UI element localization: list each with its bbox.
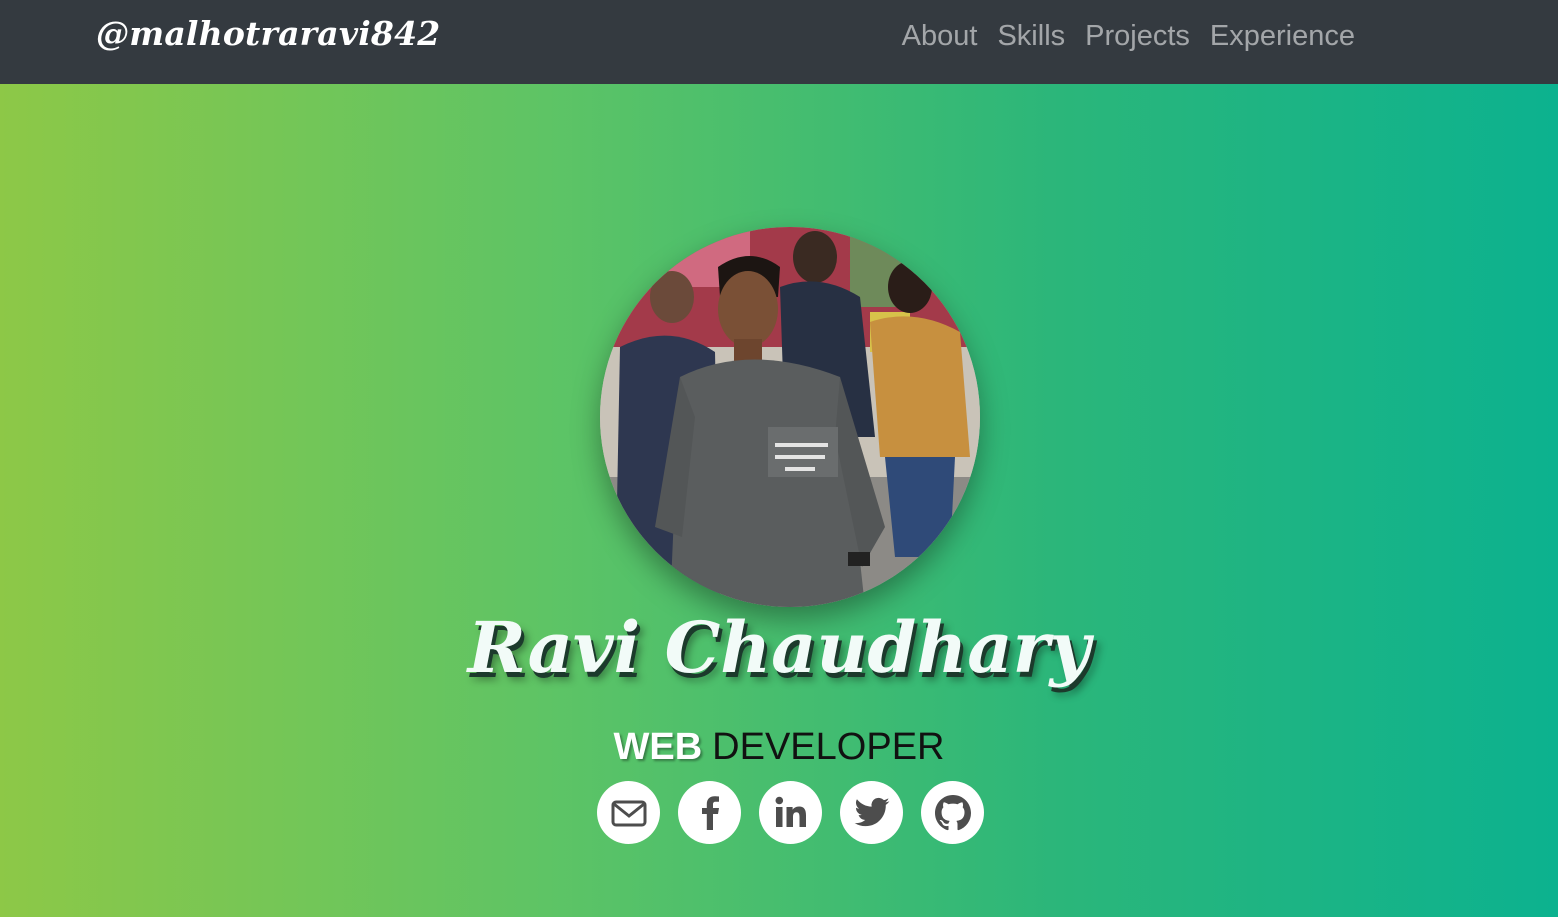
social-links — [597, 781, 984, 844]
nav-link-skills[interactable]: Skills — [997, 20, 1065, 53]
profile-photo — [600, 227, 980, 607]
hero-section: Ravi Chaudhary WEB DEVELOPER — [0, 84, 1558, 917]
profile-name: Ravi Chaudhary — [467, 606, 1091, 689]
linkedin-button[interactable] — [759, 781, 822, 844]
facebook-button[interactable] — [678, 781, 741, 844]
email-button[interactable] — [597, 781, 660, 844]
nav-link-about[interactable]: About — [902, 20, 978, 53]
linkedin-icon — [775, 796, 806, 827]
twitter-button[interactable] — [840, 781, 903, 844]
twitter-icon — [854, 797, 889, 826]
navbar: @malhotraravi842 About Skills Projects E… — [0, 0, 1558, 84]
profile-photo-illustration — [600, 227, 980, 607]
github-button[interactable] — [921, 781, 984, 844]
role-secondary: DEVELOPER — [712, 726, 945, 768]
brand-logo[interactable]: @malhotraravi842 — [96, 14, 440, 53]
nav-link-experience[interactable]: Experience — [1210, 20, 1355, 53]
nav-link-projects[interactable]: Projects — [1085, 20, 1190, 53]
github-icon — [934, 794, 971, 830]
envelope-icon — [611, 800, 646, 826]
facebook-icon — [701, 795, 719, 830]
nav-menu: About Skills Projects Experience — [902, 20, 1355, 53]
role-primary: WEB — [613, 726, 703, 768]
profile-role: WEB DEVELOPER — [0, 726, 1558, 769]
